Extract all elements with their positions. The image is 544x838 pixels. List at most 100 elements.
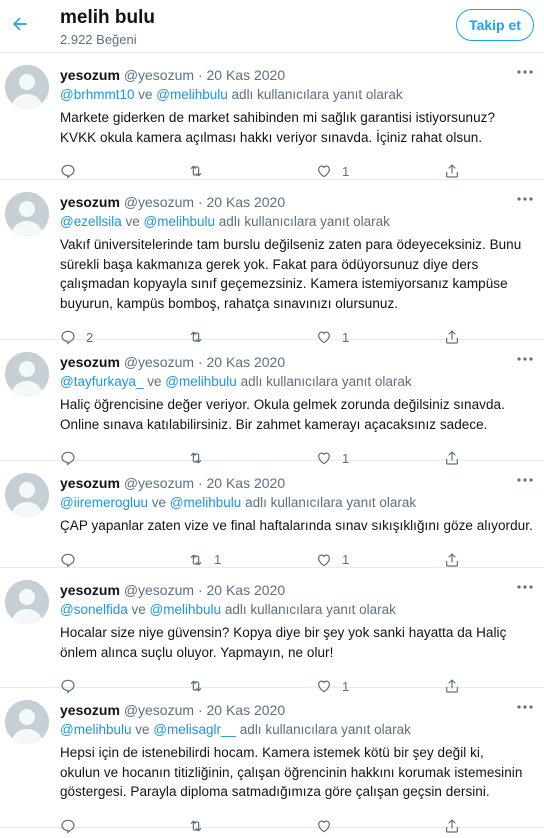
more-options-button[interactable] (516, 580, 534, 594)
tweet-date[interactable]: 20 Kas 2020 (207, 194, 286, 210)
reply-button[interactable] (60, 163, 86, 179)
author-name[interactable]: yesozum (60, 354, 120, 370)
author-handle[interactable]: @yesozum (124, 475, 194, 491)
tweet-date[interactable]: 20 Kas 2020 (207, 67, 286, 83)
reply-icon (61, 164, 75, 179)
tweet-text-line: göstergesi. Parayla diploma satmadığımız… (60, 784, 490, 799)
mention-link[interactable]: @melihbulu (165, 374, 237, 389)
tweet[interactable]: yesozum @yesozum · 20 Kas 2020 @brhmmt10… (0, 53, 544, 180)
mention-link[interactable]: @melihbulu (156, 87, 228, 102)
more-options-button[interactable] (516, 473, 534, 487)
tweet-text-line: çalışmadan kopyayla sınıf geçemezsiniz. … (60, 276, 508, 291)
author-handle[interactable]: @yesozum (124, 194, 194, 210)
reply-icon (61, 553, 75, 568)
tweet-meta: yesozum @yesozum · 20 Kas 2020 (60, 582, 285, 598)
tweet-text: ÇAP yapanlar zaten vize ve final haftala… (60, 516, 536, 536)
mention-link[interactable]: @melisaglr__ (153, 722, 236, 737)
replying-to: @sonelfida ve @melihbulu adlı kullanıcıl… (60, 602, 396, 617)
more-options-button[interactable] (516, 352, 534, 366)
avatar[interactable] (5, 192, 49, 236)
tweet-date[interactable]: 20 Kas 2020 (207, 354, 286, 370)
avatar[interactable] (5, 580, 49, 624)
back-button[interactable] (8, 12, 32, 36)
author-name[interactable]: yesozum (60, 67, 120, 83)
separator-dot: · (197, 354, 203, 370)
tweet[interactable]: yesozum @yesozum · 20 Kas 2020 @sonelfid… (0, 568, 544, 694)
conjunction: ve (125, 214, 140, 229)
replying-label: adlı kullanıcılara yanıt olarak (245, 495, 417, 510)
like-button[interactable]: 1 (316, 163, 349, 179)
tweet-text-line: Online sınava katılabilirsiniz. Bir zahm… (60, 416, 488, 432)
more-options-button[interactable] (516, 65, 534, 79)
tweet-date[interactable]: 20 Kas 2020 (207, 702, 286, 718)
tweet[interactable]: yesozum @yesozum · 20 Kas 2020 @melihbul… (0, 688, 544, 834)
tweet[interactable]: yesozum @yesozum · 20 Kas 2020 @iiremero… (0, 461, 544, 568)
more-options-button[interactable] (516, 192, 534, 206)
tweet[interactable]: yesozum @yesozum · 20 Kas 2020 @tayfurka… (0, 340, 544, 466)
author-handle[interactable]: @yesozum (124, 354, 194, 370)
tweet-text: Markete giderken de market sahibinden mi… (60, 108, 536, 147)
replying-label: adlı kullanıcılara yanıt olarak (240, 374, 412, 389)
retweet-button[interactable]: 1 (188, 552, 221, 568)
more-dots-icon (517, 585, 533, 589)
tweet-date[interactable]: 20 Kas 2020 (207, 475, 286, 491)
default-avatar-icon (5, 580, 49, 624)
mention-link[interactable]: @sonelfida (60, 602, 128, 617)
tweet-date[interactable]: 20 Kas 2020 (207, 582, 286, 598)
tweet-text-line: önlem alınca suçlu oluyor. Yapmayın, ne … (60, 644, 334, 660)
like-button[interactable]: 1 (316, 552, 349, 568)
tweet-text-line: KVKK okula kamera açılması hakkı veriyor… (60, 129, 483, 145)
tweet-meta: yesozum @yesozum · 20 Kas 2020 (60, 194, 285, 210)
mention-link[interactable]: @melihbulu (150, 602, 222, 617)
avatar[interactable] (5, 352, 49, 396)
tweet-meta: yesozum @yesozum · 20 Kas 2020 (60, 67, 285, 83)
avatar[interactable] (5, 65, 49, 109)
default-avatar-icon (5, 473, 49, 517)
conjunction: ve (151, 495, 167, 510)
share-button[interactable] (444, 552, 460, 568)
like-count: 1 (342, 163, 350, 179)
avatar[interactable] (5, 473, 49, 517)
separator-dot: · (197, 194, 203, 210)
author-name[interactable]: yesozum (60, 475, 120, 491)
conjunction: ve (131, 602, 146, 617)
separator-dot: · (197, 475, 203, 491)
replying-to: @ezellsila ve @melihbulu adlı kullanıcıl… (60, 214, 390, 229)
author-name[interactable]: yesozum (60, 582, 120, 598)
tweet-text-line: Vakıf üniversitelerinde tam burslu değil… (60, 237, 522, 252)
conjunction: ve (147, 374, 162, 389)
conjunction: ve (138, 87, 153, 102)
share-button[interactable] (444, 163, 460, 179)
tweet[interactable]: yesozum @yesozum · 20 Kas 2020 @ezellsil… (0, 180, 544, 345)
tweet-text-line: sürekli başa kakmanıza gerek yok. Fakat … (60, 256, 479, 272)
mention-link[interactable]: @melihbulu (144, 214, 216, 229)
separator-dot: · (197, 702, 203, 718)
mention-link[interactable]: @iiremerogluu (60, 495, 148, 510)
mention-link[interactable]: @melihbulu (170, 495, 242, 510)
avatar[interactable] (5, 700, 49, 744)
follow-button[interactable]: Takip et (456, 9, 534, 41)
tweet-meta: yesozum @yesozum · 20 Kas 2020 (60, 354, 285, 370)
reply-button[interactable] (60, 552, 86, 568)
heart-icon (318, 554, 330, 566)
tweet-text-line: Hepsi için de istenebilirdi hocam. Kamer… (60, 745, 484, 760)
mention-link[interactable]: @brhmmt10 (60, 87, 134, 102)
author-name[interactable]: yesozum (60, 702, 120, 718)
author-handle[interactable]: @yesozum (124, 582, 194, 598)
author-handle[interactable]: @yesozum (124, 702, 194, 718)
mention-link[interactable]: @melihbulu (60, 722, 132, 737)
replying-label: adlı kullanıcılara yanıt olarak (218, 214, 390, 229)
author-name[interactable]: yesozum (60, 194, 120, 210)
more-options-button[interactable] (516, 700, 534, 714)
tweet-text: Hepsi için de istenebilirdi hocam. Kamer… (60, 743, 536, 802)
default-avatar-icon (5, 352, 49, 396)
more-dots-icon (517, 357, 533, 361)
heart-icon (318, 165, 330, 178)
mention-link[interactable]: @ezellsila (60, 214, 122, 229)
retweet-button[interactable] (188, 163, 214, 179)
mention-link[interactable]: @tayfurkaya_ (60, 374, 144, 389)
author-handle[interactable]: @yesozum (124, 67, 194, 83)
like-count: 1 (342, 552, 350, 567)
replying-label: adlı kullanıcılara yanıt olarak (224, 602, 396, 617)
profile-header: melih bulu 2.922 Beğeni Takip et (0, 0, 544, 53)
